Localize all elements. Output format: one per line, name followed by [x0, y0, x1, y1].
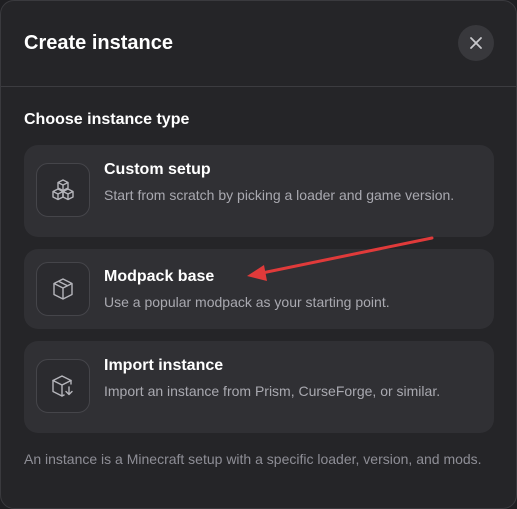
- create-instance-dialog: Create instance Choose instance type Cus…: [0, 0, 517, 509]
- option-title: Import instance: [104, 357, 224, 374]
- close-icon: [470, 37, 482, 49]
- cubes-icon: [36, 163, 90, 217]
- dialog-title: Create instance: [24, 32, 173, 54]
- dialog-header: Create instance: [1, 1, 516, 87]
- option-title: Modpack base: [104, 268, 215, 285]
- footnote: An instance is a Minecraft setup with a …: [24, 451, 482, 467]
- option-modpack-base[interactable]: Modpack base Use a popular modpack as yo…: [24, 249, 494, 329]
- option-import-instance[interactable]: Import instance Import an instance from …: [24, 341, 494, 433]
- close-button[interactable]: [458, 25, 494, 61]
- option-description: Use a popular modpack as your starting p…: [104, 294, 390, 310]
- option-description: Import an instance from Prism, CurseForg…: [104, 383, 441, 399]
- section-heading: Choose instance type: [24, 111, 190, 128]
- option-description: Start from scratch by picking a loader a…: [104, 187, 455, 203]
- option-custom-setup[interactable]: Custom setup Start from scratch by picki…: [24, 145, 494, 237]
- option-title: Custom setup: [104, 161, 211, 178]
- box-import-icon: [36, 359, 90, 413]
- box-icon: [36, 262, 90, 316]
